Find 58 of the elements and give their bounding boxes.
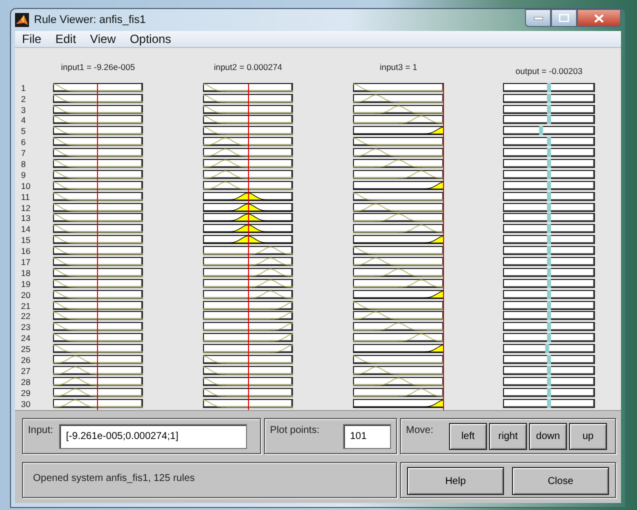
rule-number: 20 xyxy=(20,290,32,301)
rule-number: 21 xyxy=(20,300,32,312)
status-text: Opened system anfis_fis1, 125 rules xyxy=(33,472,195,486)
menu-item[interactable]: View xyxy=(83,30,123,48)
app-icon xyxy=(15,12,29,27)
rule-number: 18 xyxy=(20,268,32,279)
rule-number: 3 xyxy=(20,104,27,116)
rule-number: 24 xyxy=(20,333,32,344)
rule-number: 2 xyxy=(20,94,27,105)
rule-number: 15 xyxy=(20,235,32,246)
rule-number: 7 xyxy=(20,148,27,159)
move-button[interactable]: left xyxy=(449,423,487,450)
rule-number: 5 xyxy=(20,126,27,138)
rule-number: 27 xyxy=(20,366,32,377)
rule-number: 16 xyxy=(20,246,32,258)
input-label: input2 = 0.000274 xyxy=(212,60,284,74)
plot-points-label: Plot points: xyxy=(270,424,320,438)
dialog-button[interactable]: Close xyxy=(512,467,609,495)
input-label: input1 = -9.26e-005 xyxy=(60,60,136,74)
rule-number: 28 xyxy=(20,376,32,388)
rule-number: 4 xyxy=(20,115,27,126)
rule-number: 23 xyxy=(20,322,32,334)
rule-number: 19 xyxy=(20,278,32,290)
rule-number: 30 xyxy=(20,398,32,410)
move-label: Move: xyxy=(406,424,434,438)
window-title: Rule Viewer: anfis_fis1 xyxy=(34,12,146,28)
move-button[interactable]: up xyxy=(569,423,607,450)
menu-item[interactable]: Options xyxy=(122,30,178,48)
menu-item[interactable]: Edit xyxy=(48,30,84,48)
minimize-icon xyxy=(534,16,542,20)
rule-number: 13 xyxy=(20,213,32,224)
input-label: input3 = 1 xyxy=(378,60,418,74)
minimize-button[interactable] xyxy=(525,9,551,27)
maximize-icon xyxy=(559,14,569,22)
rule-number: 6 xyxy=(20,137,27,148)
plot-points-field[interactable]: 101 xyxy=(343,424,391,449)
maximize-button[interactable] xyxy=(551,9,577,27)
dialog-button[interactable]: Help xyxy=(407,467,504,495)
rule-number: 9 xyxy=(20,170,27,181)
rule-number: 1 xyxy=(20,82,27,94)
move-button[interactable]: down xyxy=(529,423,567,450)
close-icon xyxy=(594,14,604,22)
rule-number: 12 xyxy=(20,202,32,214)
rule-number: 22 xyxy=(20,311,32,322)
input-label: Input: xyxy=(28,424,54,438)
rule-number: 8 xyxy=(20,159,27,170)
rule-number: 29 xyxy=(20,388,32,399)
move-button[interactable]: right xyxy=(489,423,527,450)
output-label: output = -0.00203 xyxy=(514,64,584,78)
rule-number: 14 xyxy=(20,224,32,236)
rule-number: 10 xyxy=(20,180,32,192)
rule-number: 17 xyxy=(20,257,32,268)
menu-item[interactable]: File xyxy=(15,30,48,48)
rule-number: 11 xyxy=(20,192,31,203)
close-button[interactable] xyxy=(577,9,621,27)
rule-number: 26 xyxy=(20,355,32,366)
input-field[interactable]: [-9.261e-005;0.000274;1] xyxy=(59,424,248,449)
rule-number: 25 xyxy=(20,344,32,356)
